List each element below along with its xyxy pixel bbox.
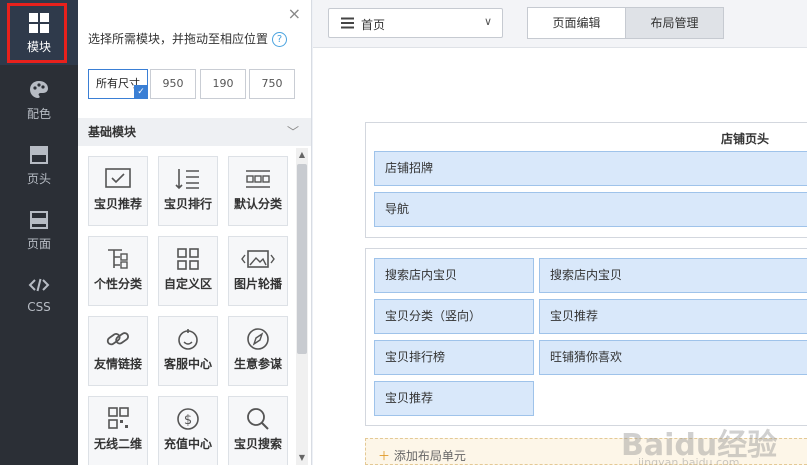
- section-basic-modules[interactable]: 基础模块 ﹀: [78, 118, 311, 146]
- rail-item-css[interactable]: CSS: [0, 262, 78, 327]
- panel-scrollbar[interactable]: ▲ ▼: [296, 148, 308, 465]
- layout-cell[interactable]: 宝贝推荐: [374, 381, 534, 416]
- module-name: 充值中心: [163, 437, 212, 451]
- module-tile[interactable]: 客服中心: [158, 316, 218, 386]
- module-name: 宝贝搜索: [233, 437, 282, 451]
- service-icon: [178, 329, 198, 350]
- search-icon: [247, 408, 269, 430]
- module-name: 无线二维: [93, 437, 142, 451]
- menu-icon: [341, 17, 354, 29]
- ranking-icon: [175, 169, 199, 190]
- custom-area-icon: [177, 248, 199, 270]
- module-tile[interactable]: 友情链接: [88, 316, 148, 386]
- highlight-frame: [7, 3, 67, 63]
- recharge-icon: $: [177, 408, 199, 430]
- size-filter: 所有尺寸 ✓ 950 190 750: [88, 69, 296, 99]
- module-tile[interactable]: 自定义区: [158, 236, 218, 306]
- layout-row-nav[interactable]: 导航: [374, 192, 807, 227]
- header-block: 店铺页头 店铺招牌 导航: [365, 122, 807, 238]
- size-950-button[interactable]: 950: [150, 69, 196, 99]
- module-name: 默认分类: [233, 197, 282, 211]
- module-name: 个性分类: [93, 277, 142, 291]
- layout-row-signboard[interactable]: 店铺招牌: [374, 151, 807, 186]
- svg-text:$: $: [184, 413, 192, 428]
- rail-item-label: 配色: [26, 107, 51, 121]
- layout-cell[interactable]: 旺铺猜你喜欢: [539, 340, 807, 375]
- module-tile[interactable]: 宝贝搜索: [228, 396, 288, 465]
- module-tile[interactable]: 宝贝排行: [158, 156, 218, 226]
- module-panel: × 选择所需模块，并拖动至相应位置? 所有尺寸 ✓ 950 190 750 基础…: [78, 0, 312, 465]
- size-750-button[interactable]: 750: [249, 69, 295, 99]
- module-name: 图片轮播: [233, 277, 282, 291]
- size-190-button[interactable]: 190: [200, 69, 246, 99]
- panel-hint: 选择所需模块，并拖动至相应位置?: [88, 30, 288, 47]
- module-tile[interactable]: 生意参谋: [228, 316, 288, 386]
- layout-canvas: 店铺页头 店铺招牌 导航 搜索店内宝贝 搜索店内宝贝 宝贝分类（竖向） 宝贝推荐…: [313, 48, 807, 465]
- module-tile[interactable]: 默认分类: [228, 156, 288, 226]
- module-tile[interactable]: 无线二维: [88, 396, 148, 465]
- layout-cell[interactable]: 搜索店内宝贝: [374, 258, 534, 293]
- size-all-button[interactable]: 所有尺寸 ✓: [88, 69, 148, 99]
- rail-item-label: 页面: [26, 237, 51, 251]
- watermark-sub: jingyan.baidu.com: [638, 456, 740, 465]
- custom-category-icon: [108, 249, 128, 269]
- check-icon: ✓: [134, 85, 148, 99]
- chevron-down-icon: ﹀: [286, 125, 299, 139]
- close-icon[interactable]: ×: [288, 4, 301, 23]
- rail-item-page[interactable]: 页面: [0, 197, 78, 262]
- top-bar: 首页 ∨ 页面编辑 布局管理: [313, 0, 807, 48]
- tab-layout-manage[interactable]: 布局管理: [625, 7, 724, 39]
- tab-page-edit[interactable]: 页面编辑: [527, 7, 626, 39]
- qrcode-icon: [108, 407, 129, 429]
- rail-item-colors[interactable]: 配色: [0, 67, 78, 132]
- page-select[interactable]: 首页 ∨: [328, 8, 503, 38]
- plus-icon: ＋: [378, 449, 391, 463]
- page-select-value: 首页: [361, 18, 386, 32]
- layout-cell[interactable]: 宝贝分类（竖向）: [374, 299, 534, 334]
- code-icon: [28, 278, 50, 292]
- scroll-down-icon[interactable]: ▼: [296, 451, 308, 465]
- palette-icon: [30, 81, 48, 98]
- rail-item-header[interactable]: 页头: [0, 132, 78, 197]
- rail-item-modules[interactable]: 模块: [0, 0, 78, 65]
- module-name: 自定义区: [163, 277, 212, 291]
- module-tile[interactable]: $ 充值中心: [158, 396, 218, 465]
- rail-item-label: 页头: [26, 172, 51, 186]
- rail-item-label: CSS: [27, 300, 51, 314]
- module-grid: 宝贝推荐 宝贝排行 默认分类 个性分类 自定义区 图片轮播 友情链接 客服中心 …: [88, 156, 292, 465]
- scroll-thumb[interactable]: [297, 164, 307, 354]
- default-category-icon: [246, 170, 270, 188]
- module-name: 宝贝推荐: [93, 197, 142, 211]
- header-icon: [30, 146, 48, 164]
- layout-cell[interactable]: 宝贝推荐: [539, 299, 807, 334]
- module-tile[interactable]: 宝贝推荐: [88, 156, 148, 226]
- recommend-icon: [105, 168, 131, 188]
- link-icon: [106, 332, 129, 346]
- module-tile[interactable]: 个性分类: [88, 236, 148, 306]
- hint-text: 选择所需模块，并拖动至相应位置: [88, 32, 269, 46]
- module-name: 生意参谋: [233, 357, 282, 371]
- module-name: 客服中心: [163, 357, 212, 371]
- add-layout-label: 添加布局单元: [393, 449, 466, 463]
- layout-cell[interactable]: 搜索店内宝贝: [539, 258, 807, 293]
- body-block: 搜索店内宝贝 搜索店内宝贝 宝贝分类（竖向） 宝贝推荐 宝贝排行榜 旺铺猜你喜欢…: [365, 248, 807, 426]
- layout-cell[interactable]: 宝贝排行榜: [374, 340, 534, 375]
- page-icon: [30, 211, 48, 229]
- compass-icon: [247, 328, 269, 350]
- carousel-icon: [241, 250, 275, 268]
- icon-rail: 模块 配色 页头 页面 CSS: [0, 0, 78, 465]
- section-title: 基础模块: [88, 125, 137, 139]
- block-title: 店铺页头: [720, 132, 769, 146]
- module-tile[interactable]: 图片轮播: [228, 236, 288, 306]
- module-name: 宝贝排行: [163, 197, 212, 211]
- chevron-down-icon: ∨: [483, 15, 492, 28]
- help-icon[interactable]: ?: [272, 32, 288, 47]
- module-name: 友情链接: [93, 357, 142, 371]
- scroll-up-icon[interactable]: ▲: [296, 148, 308, 162]
